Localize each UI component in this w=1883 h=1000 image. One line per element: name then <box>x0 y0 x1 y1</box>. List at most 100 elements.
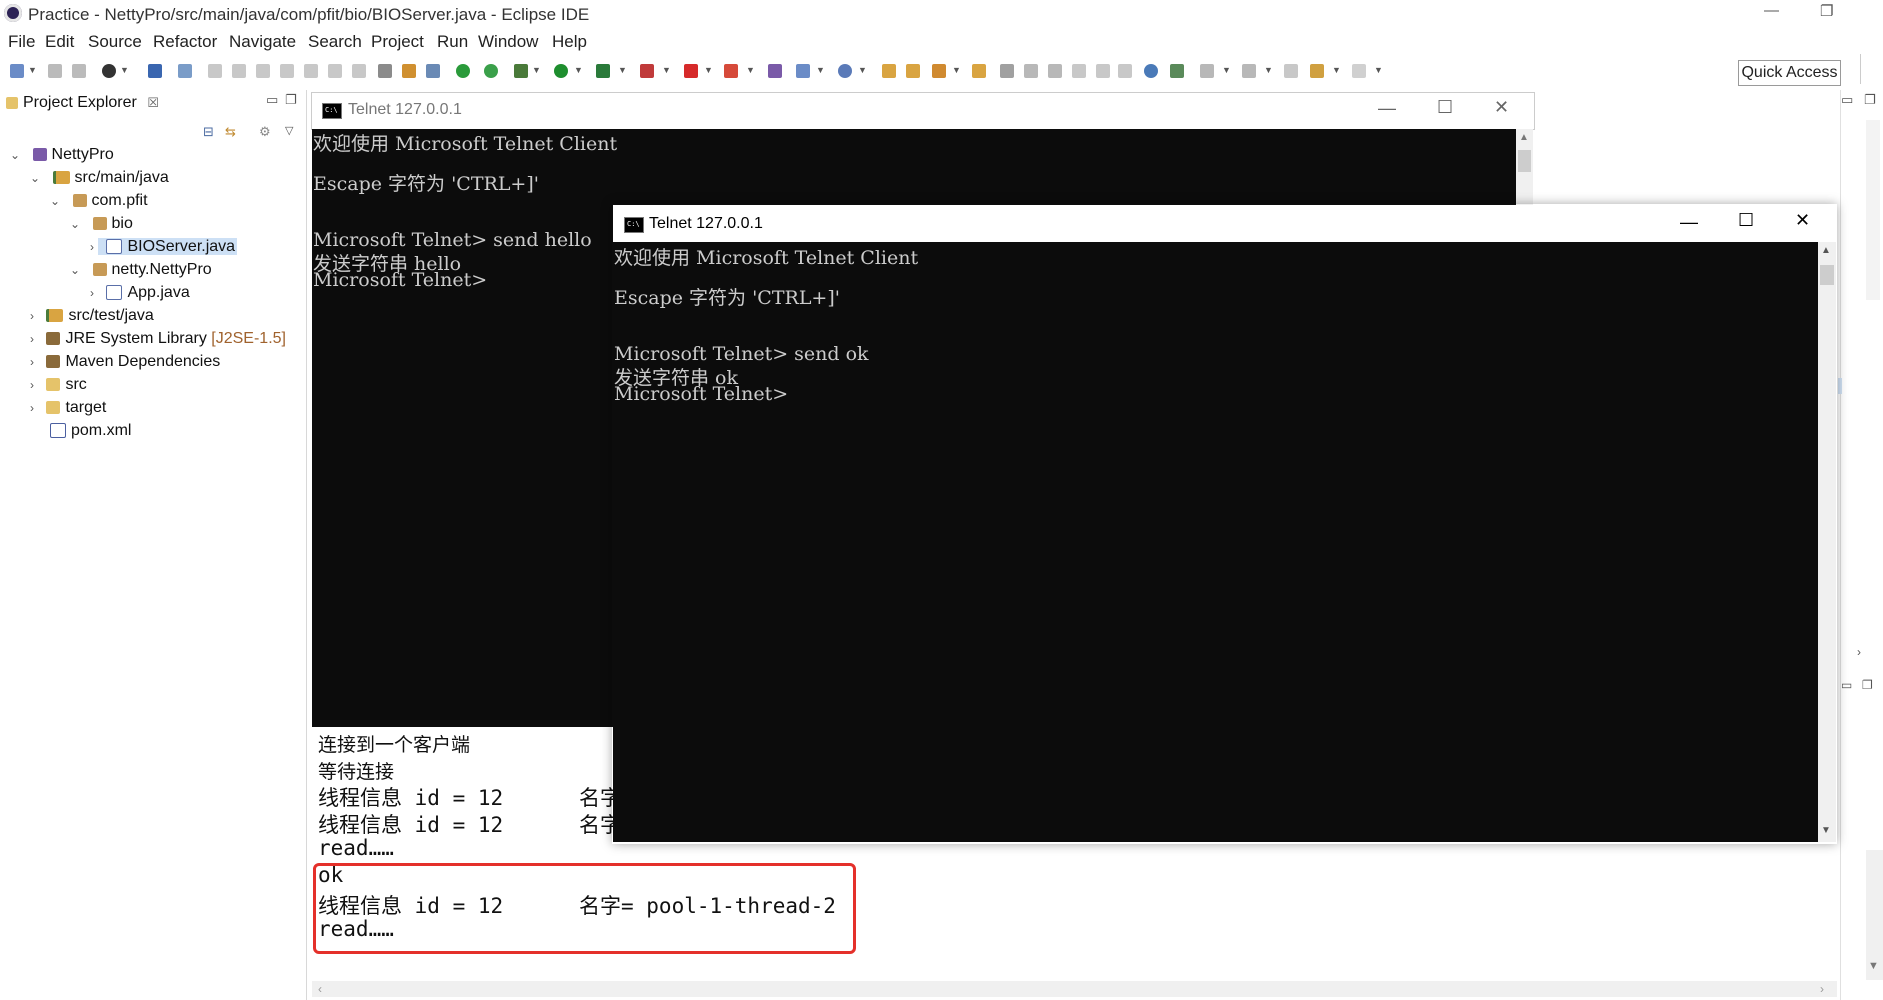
browser-icon[interactable] <box>1144 64 1158 78</box>
scroll-thumb[interactable] <box>1820 265 1834 285</box>
open-resource-icon[interactable] <box>906 64 920 78</box>
skip-breakpoints-icon[interactable] <box>178 64 192 78</box>
step-over-icon[interactable] <box>328 64 342 78</box>
save-all-icon[interactable] <box>72 64 86 78</box>
telnet-front-scrollbar[interactable] <box>1818 242 1836 842</box>
chevron-down-icon[interactable]: ▼ <box>574 65 583 75</box>
restore-view-icon[interactable]: ❐ <box>1862 678 1873 692</box>
server-icon[interactable] <box>724 64 738 78</box>
tab-project-explorer[interactable]: Project Explorer ☒ <box>0 94 170 118</box>
scroll-left-icon[interactable]: ‹ <box>318 982 322 996</box>
chevron-down-icon[interactable]: ⌄ <box>10 148 20 162</box>
menu-search[interactable]: Search <box>308 32 362 52</box>
menu-refactor[interactable]: Refactor <box>153 32 217 52</box>
tree-item-src-main-java[interactable]: ⌄ src/main/java <box>30 167 169 189</box>
menu-project[interactable]: Project <box>371 32 424 52</box>
open-task-icon[interactable] <box>972 64 986 78</box>
next-annotation-icon[interactable] <box>1200 64 1214 78</box>
chevron-down-icon[interactable]: ▼ <box>746 65 755 75</box>
new-package-icon[interactable] <box>796 64 810 78</box>
outline-icon[interactable] <box>378 64 392 78</box>
search-icon[interactable] <box>932 64 946 78</box>
telnet-front-titlebar[interactable] <box>613 205 1836 242</box>
view-menu-icon[interactable]: ▽ <box>285 124 293 137</box>
chevron-right-icon[interactable]: › <box>30 401 34 415</box>
collapse-all-icon[interactable]: ⊟ <box>203 124 214 140</box>
chevron-down-icon[interactable]: ▼ <box>1332 65 1341 75</box>
tree-item-com-pfit[interactable]: ⌄ com.pfit <box>50 190 148 212</box>
close-icon[interactable]: ✕ <box>1494 97 1509 118</box>
maximize-icon[interactable]: ☐ <box>1738 210 1754 231</box>
toggle-icon[interactable] <box>402 64 416 78</box>
tree-item-netty-nettypro[interactable]: ⌄ netty.NettyPro <box>70 259 212 281</box>
forward-icon[interactable] <box>1352 64 1366 78</box>
restore-icon[interactable]: ❐ <box>1820 2 1833 20</box>
chevron-right-icon[interactable]: › <box>30 355 34 369</box>
tree-item-pom-xml[interactable]: pom.xml <box>48 420 131 442</box>
chevron-down-icon[interactable]: ⌄ <box>50 194 60 208</box>
quick-access-input[interactable]: Quick Access <box>1738 60 1841 86</box>
chevron-right-icon[interactable]: › <box>1857 645 1861 659</box>
save-icon[interactable] <box>48 64 62 78</box>
scroll-thumb[interactable] <box>1518 150 1531 172</box>
refresh-icon[interactable] <box>484 64 498 78</box>
debug-icon[interactable] <box>514 64 528 78</box>
highlight-icon[interactable] <box>1048 64 1062 78</box>
menu-help[interactable]: Help <box>552 32 587 52</box>
profile-icon[interactable] <box>102 64 116 78</box>
block-selection-icon[interactable] <box>1072 64 1086 78</box>
telnet-front-terminal[interactable] <box>613 242 1818 842</box>
step-into-icon[interactable] <box>304 64 318 78</box>
tree-item-bio[interactable]: ⌄ bio <box>70 213 133 235</box>
minimize-icon[interactable]: — <box>1764 2 1779 19</box>
new-icon[interactable] <box>10 64 24 78</box>
link-editor-icon[interactable]: ⇆ <box>225 124 236 140</box>
stop-icon[interactable] <box>684 64 698 78</box>
chevron-down-icon[interactable]: ⌄ <box>30 171 40 185</box>
chevron-down-icon[interactable]: ▼ <box>532 65 541 75</box>
scroll-down-icon[interactable]: ▼ <box>1821 825 1831 836</box>
tree-item-bioserver-java[interactable]: › BIOServer.java <box>90 236 238 258</box>
maximize-view-icon[interactable]: ❐ <box>285 92 297 108</box>
chevron-down-icon[interactable]: ▼ <box>704 65 713 75</box>
step-return-icon[interactable] <box>352 64 366 78</box>
team-icon[interactable] <box>1170 64 1184 78</box>
chevron-right-icon[interactable]: › <box>30 309 34 323</box>
minimize-view-icon[interactable]: ▭ <box>1841 678 1852 692</box>
tree-item-src[interactable]: › src <box>30 374 87 396</box>
chevron-down-icon[interactable]: ▼ <box>858 65 867 75</box>
tree-item-nettypro[interactable]: ⌄ NettyPro <box>10 144 114 166</box>
disconnect-icon[interactable] <box>280 64 294 78</box>
minimize-view-icon[interactable]: ▭ <box>1841 92 1853 108</box>
scroll-right-icon[interactable]: › <box>1820 982 1824 996</box>
chevron-down-icon[interactable]: ⌄ <box>70 217 80 231</box>
chevron-right-icon[interactable]: › <box>90 286 94 300</box>
chevron-right-icon[interactable]: › <box>30 378 34 392</box>
run-icon[interactable] <box>554 64 568 78</box>
chevron-down-icon[interactable]: ▼ <box>816 65 825 75</box>
chevron-right-icon[interactable]: › <box>30 332 34 346</box>
ant-icon[interactable] <box>426 64 440 78</box>
close-icon[interactable]: ✕ <box>1795 210 1810 231</box>
scroll-down-icon[interactable]: ▼ <box>1868 960 1879 972</box>
scroll-up-icon[interactable]: ▲ <box>1821 245 1831 256</box>
chevron-right-icon[interactable]: › <box>90 240 94 254</box>
chevron-down-icon[interactable]: ▼ <box>1222 65 1231 75</box>
chevron-down-icon[interactable]: ▼ <box>120 65 129 75</box>
tree-item-jre-library[interactable]: › JRE System Library [J2SE-1.5] <box>30 328 286 350</box>
terminate-icon[interactable] <box>256 64 270 78</box>
tree-item-maven-dependencies[interactable]: › Maven Dependencies <box>30 351 220 373</box>
pin-icon[interactable] <box>1000 64 1014 78</box>
minimize-icon[interactable]: — <box>1378 98 1396 119</box>
console-horizontal-scrollbar[interactable] <box>312 981 1837 997</box>
new-class-icon[interactable] <box>768 64 782 78</box>
chevron-down-icon[interactable]: ▼ <box>952 65 961 75</box>
word-wrap-icon[interactable] <box>1096 64 1110 78</box>
coverage-icon[interactable] <box>596 64 610 78</box>
open-type-icon[interactable] <box>882 64 896 78</box>
scroll-up-icon[interactable]: ▲ <box>1519 132 1529 143</box>
suspend-icon[interactable] <box>232 64 246 78</box>
tree-item-src-test-java[interactable]: › src/test/java <box>30 305 154 327</box>
close-icon[interactable]: ☒ <box>147 95 159 110</box>
menu-edit[interactable]: Edit <box>45 32 74 52</box>
